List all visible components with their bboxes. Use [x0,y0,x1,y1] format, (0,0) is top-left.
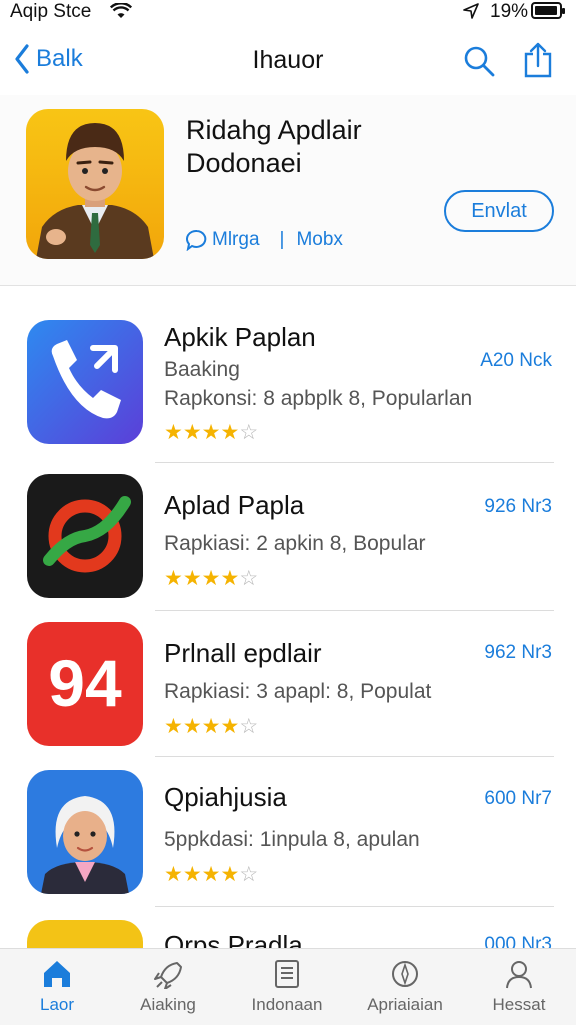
star-rating: ★ ★ ★ ★ ☆ [164,863,259,886]
app-size: A20 Nck [480,350,552,371]
list-item[interactable]: Qpiahjusia 5ppkdasi: 1inpula 8, apulan 6… [0,770,576,918]
chat-bubble-icon [186,229,207,251]
home-icon [44,961,70,987]
tab-label: Laor [39,995,75,1014]
row-divider [155,610,554,611]
status-bar: Aqip Stce 19% [0,0,576,24]
app-description: Rapkiasi: 3 apapl: 8, Populat [164,680,432,703]
list-item[interactable]: Aplad Papla Rapkiasi: 2 apkin 8, Bopular… [0,474,576,622]
app-size: 926 Nr3 [484,496,552,517]
app-description: 5ppkdasi: 1inpula 8, apulan [164,828,420,851]
profile-subtitle: Dodonaei [186,148,302,178]
partial-app-icon [27,920,143,948]
rocket-icon [154,962,182,989]
app-size: 962 Nr3 [484,642,552,663]
person-app-icon [27,770,143,894]
app-description: Rapkonsi: 8 apbplk 8, Popularlan [164,387,473,410]
wifi-icon [109,2,133,24]
tab-home[interactable]: Laor [2,959,112,1015]
number-app-icon: 94 [27,622,143,746]
tab-label: Hessat [492,995,546,1014]
search-icon[interactable] [462,44,496,83]
app-title: Aplad Papla [164,490,305,520]
link-separator: | [279,229,285,250]
compass-icon [392,961,418,987]
profile-links: Mlrga | Mobx [186,229,343,251]
profile-name: Ridahg Apdlair [186,115,362,145]
list-item[interactable]: Apkik Paplan Baaking Rapkonsi: 8 apbplk … [0,320,576,468]
app-size: 000 Nr3 [484,934,552,948]
app-title: Apkik Paplan [164,322,316,352]
person-icon [506,961,532,989]
tab-label: Apriaiaian [367,995,443,1014]
list-item[interactable]: 94 Prlnall epdlair Rapkiasi: 3 apapl: 8,… [0,622,576,770]
phone-app-icon [27,320,143,444]
profile-link-1[interactable]: Mlrga [212,229,260,251]
battery-percent: 19% [490,1,529,22]
tab-label: Indonaan [251,995,323,1014]
tab-document[interactable]: Indonaan [232,959,342,1015]
app-description: Rapkiasi: 2 apkin 8, Bopular [164,532,426,555]
profile-action-button[interactable]: Envlat [444,190,554,232]
document-icon [275,960,299,988]
sync-app-icon [27,474,143,598]
avatar [26,109,164,259]
share-icon[interactable] [522,42,554,83]
star-rating: ★ ★ ★ ★ ☆ [164,715,259,738]
row-divider [155,906,554,907]
carrier-label: Aqip Stce [10,1,92,22]
profile-link-2[interactable]: Mobx [296,229,342,251]
battery-icon [531,2,565,19]
row-divider [155,462,554,463]
app-title: Prlnall epdlair [164,638,322,668]
star-rating: ★ ★ ★ ★ ☆ [164,421,259,444]
app-category: Baaking [164,358,240,381]
app-title: Qpiahjusia [164,782,287,812]
row-divider [155,756,554,757]
location-arrow-icon [463,3,479,24]
svg-text:94: 94 [48,646,122,720]
tab-profile[interactable]: Hessat [464,959,574,1015]
star-rating: ★ ★ ★ ★ ☆ [164,567,259,590]
list-item[interactable]: Orps Pradla 000 Nr3 [0,920,576,948]
tab-label: Aiaking [140,995,196,1014]
app-size: 600 Nr7 [484,788,552,809]
navigation-bar: Balk Ihauor [0,30,576,90]
tab-bar: Laor Aiaking Indonaan Apriaiaian Hessat [0,948,576,1025]
profile-header: Ridahg Apdlair Dodonaei Envlat Mlrga | M… [0,95,576,286]
tab-rocket[interactable]: Aiaking [113,959,223,1015]
tab-compass[interactable]: Apriaiaian [350,959,460,1015]
app-title: Orps Pradla [164,930,303,948]
